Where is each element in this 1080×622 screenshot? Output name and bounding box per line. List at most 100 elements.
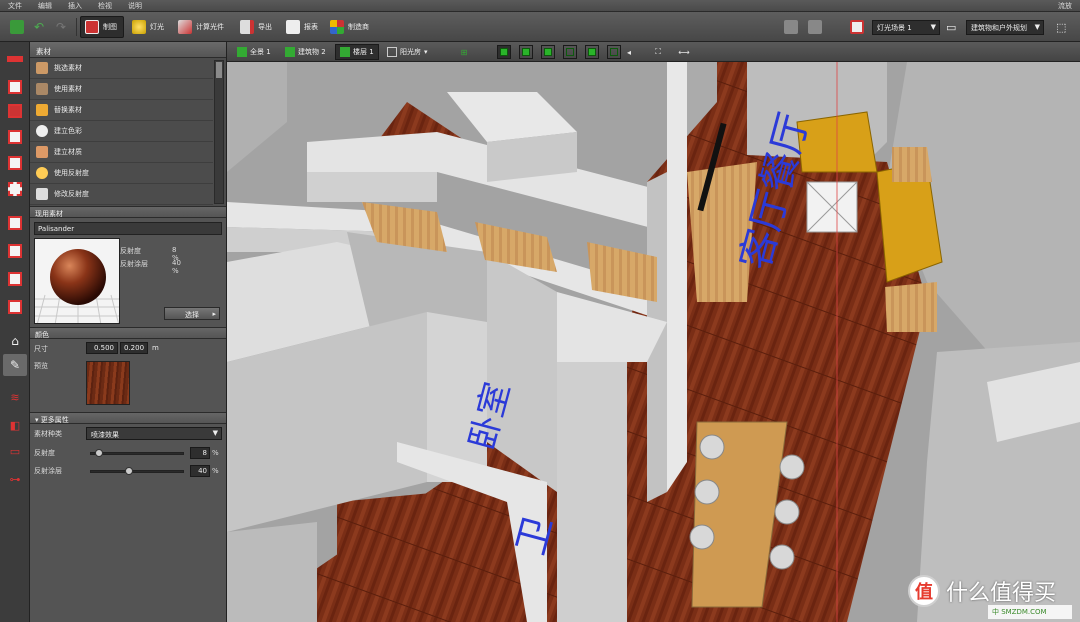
report-button[interactable]: 报表 bbox=[282, 16, 322, 38]
view-cube-button[interactable] bbox=[607, 45, 621, 59]
save-button[interactable] bbox=[6, 16, 28, 38]
coat-input[interactable]: 40 bbox=[190, 465, 210, 477]
fullscreen-button[interactable]: ⬚ bbox=[1052, 16, 1070, 38]
coat-slider-knob[interactable] bbox=[124, 467, 133, 475]
reflect-label: 反射度 bbox=[120, 247, 141, 255]
select-material-button[interactable]: 选择 ▸ bbox=[164, 307, 220, 320]
light-scene-dropdown[interactable]: 灯光场景 1 ▼ bbox=[872, 20, 940, 35]
tool-cube-d[interactable] bbox=[3, 296, 27, 318]
tool-measure[interactable]: ≋ bbox=[3, 386, 27, 408]
tool-cube-b[interactable] bbox=[3, 240, 27, 262]
material-list-scrollbar[interactable] bbox=[214, 60, 224, 204]
render-cancel-button[interactable] bbox=[846, 16, 868, 38]
bedroom-right-wall bbox=[557, 362, 627, 622]
tab-floor[interactable]: 楼层 1 bbox=[335, 44, 379, 60]
menu-bar: 文件 编辑 插入 检视 说明 流放 bbox=[0, 0, 1080, 12]
box-view-icon bbox=[588, 48, 596, 56]
tool-section[interactable]: ◧ bbox=[3, 414, 27, 436]
menu-right-label[interactable]: 流放 bbox=[1050, 1, 1080, 11]
tool-window[interactable] bbox=[3, 126, 27, 148]
render-stop-button[interactable] bbox=[780, 16, 802, 38]
scroll-thumb[interactable] bbox=[216, 62, 222, 78]
render-list-button[interactable] bbox=[804, 16, 826, 38]
light-scene-value: 灯光场景 1 bbox=[877, 24, 912, 32]
more-views-button[interactable]: ◂ bbox=[625, 45, 633, 59]
reflect-slider[interactable] bbox=[90, 449, 184, 457]
measure-view-button[interactable]: ⟷ bbox=[677, 45, 691, 59]
tool-material[interactable]: ✎ bbox=[3, 354, 27, 376]
plan-dropdown[interactable]: 建筑物和户外规划 ▼ bbox=[966, 20, 1044, 35]
tree-icon: ⊶ bbox=[9, 472, 21, 486]
tool-cube-c[interactable] bbox=[3, 268, 27, 290]
calc-light-button[interactable]: 计算光件 bbox=[174, 16, 228, 38]
undo-button[interactable]: ↶ bbox=[30, 16, 48, 38]
tool-tree[interactable]: ⊶ bbox=[3, 468, 27, 490]
cube-icon bbox=[8, 300, 22, 314]
list-item[interactable]: 建立色彩 bbox=[30, 121, 213, 142]
draw-button[interactable]: 制图 bbox=[80, 16, 124, 38]
list-item[interactable]: 挑选素材 bbox=[30, 58, 213, 79]
list-icon bbox=[808, 20, 822, 34]
list-item[interactable]: 使用反射度 bbox=[30, 163, 213, 184]
tab-building[interactable]: 建筑物 2 bbox=[281, 44, 330, 60]
tool-box[interactable] bbox=[3, 100, 27, 122]
tool-room[interactable] bbox=[3, 76, 27, 98]
menu-insert[interactable]: 插入 bbox=[60, 1, 90, 11]
tab-label: 建筑物 2 bbox=[298, 48, 326, 56]
view-l-button[interactable] bbox=[519, 45, 533, 59]
light-button[interactable]: 灯光 bbox=[128, 16, 168, 38]
size-width-input[interactable]: 0.500 bbox=[86, 342, 118, 354]
manufacturer-button[interactable]: 制造商 bbox=[326, 16, 373, 38]
roof-icon: ⌂ bbox=[11, 334, 19, 348]
chair bbox=[699, 434, 725, 460]
coat-slider[interactable] bbox=[90, 467, 184, 475]
texture-swatch[interactable] bbox=[86, 361, 130, 405]
reflect-icon bbox=[36, 167, 48, 179]
fit-view-button[interactable]: ⛶ bbox=[651, 45, 665, 59]
view-box-button[interactable] bbox=[585, 45, 599, 59]
tool-stair[interactable] bbox=[3, 178, 27, 200]
list-item[interactable]: 建立材质 bbox=[30, 142, 213, 163]
measure-icon: ≋ bbox=[10, 390, 20, 404]
menu-edit[interactable]: 编辑 bbox=[30, 1, 60, 11]
list-item[interactable]: 修改反射度 bbox=[30, 184, 213, 205]
material-name-field[interactable]: Palisander bbox=[34, 222, 222, 235]
tool-roof[interactable]: ⌂ bbox=[3, 330, 27, 352]
chevron-down-icon: ▼ bbox=[930, 23, 936, 31]
material-kind-select[interactable]: 喷漆效果 ▼ bbox=[86, 427, 222, 440]
view-solid-button[interactable] bbox=[497, 45, 511, 59]
view-open-button[interactable] bbox=[563, 45, 577, 59]
layout-button[interactable]: ⊞ bbox=[457, 45, 471, 59]
tool-frame[interactable]: ▭ bbox=[3, 440, 27, 462]
menu-view[interactable]: 检视 bbox=[90, 1, 120, 11]
reflect-slider-knob[interactable] bbox=[94, 449, 103, 457]
tab-panorama[interactable]: 全景 1 bbox=[233, 44, 275, 60]
more-properties-header[interactable]: ▾ 更多属性 bbox=[30, 412, 226, 424]
stop-icon bbox=[784, 20, 798, 34]
list-item-label: 修改反射度 bbox=[54, 190, 89, 198]
chevron-down-icon: ▾ bbox=[424, 48, 428, 56]
redo-button[interactable]: ↷ bbox=[52, 16, 70, 38]
export-button[interactable]: 导出 bbox=[236, 16, 276, 38]
monitor-button[interactable]: ▭ bbox=[942, 16, 960, 38]
current-material-header: 现用素材 bbox=[30, 206, 226, 218]
view-wall-button[interactable] bbox=[541, 45, 555, 59]
tab-sunroom[interactable]: 阳光房 ▾ bbox=[383, 44, 432, 60]
menu-help[interactable]: 说明 bbox=[120, 1, 150, 11]
menu-file[interactable]: 文件 bbox=[0, 1, 30, 11]
list-item-label: 使用素材 bbox=[54, 85, 82, 93]
material-panel: 素材 挑选素材 使用素材 替换素材 建立色彩 建立材质 使用反射度 修改反射度 … bbox=[30, 42, 227, 622]
light-label: 灯光 bbox=[150, 23, 164, 31]
reflect-input[interactable]: 8 bbox=[190, 447, 210, 459]
list-item[interactable]: 使用素材 bbox=[30, 79, 213, 100]
3d-viewport[interactable]: 客厅餐厅 卧室 卫 bbox=[227, 62, 1080, 622]
select-material-label: 选择 bbox=[185, 311, 199, 319]
corridor-wall-top bbox=[667, 62, 687, 492]
tool-wall[interactable] bbox=[3, 48, 27, 70]
wall-view-icon bbox=[544, 48, 552, 56]
floor-plan-render: 客厅餐厅 卧室 卫 bbox=[227, 62, 1080, 622]
size-height-input[interactable]: 0.200 bbox=[120, 342, 148, 354]
tool-door[interactable] bbox=[3, 152, 27, 174]
list-item[interactable]: 替换素材 bbox=[30, 100, 213, 121]
tool-cube-a[interactable] bbox=[3, 212, 27, 234]
